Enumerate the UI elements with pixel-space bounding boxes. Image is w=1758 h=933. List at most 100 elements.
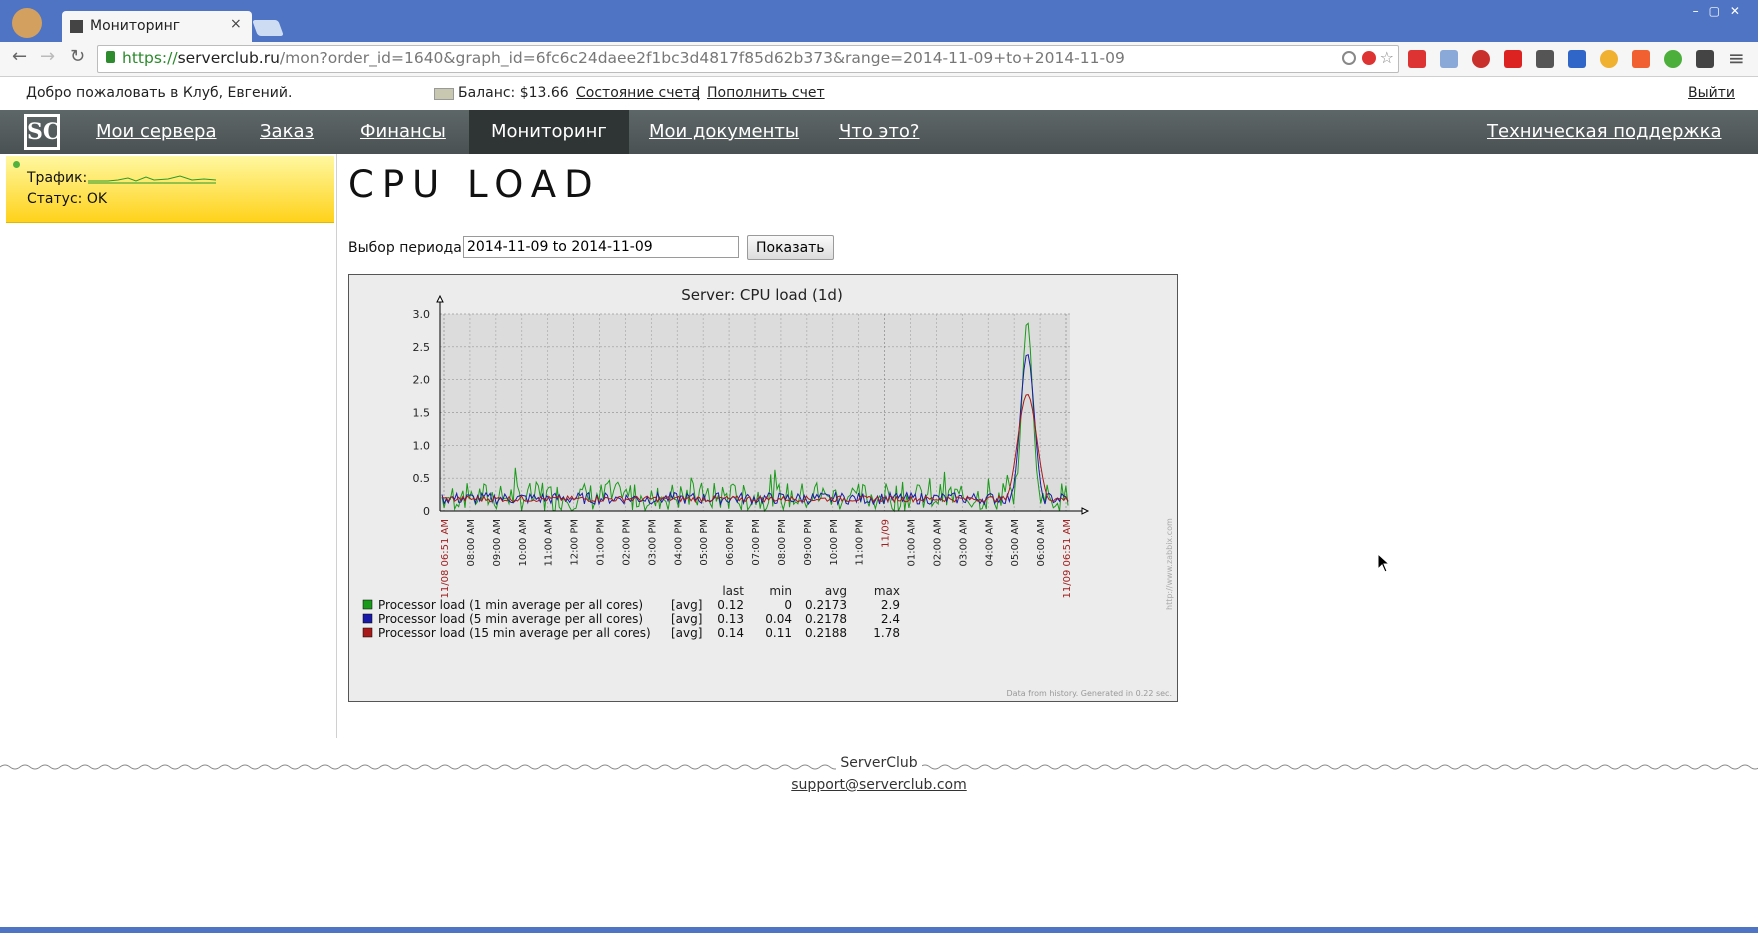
- legend-value: 0.04: [765, 612, 792, 626]
- adblock-icon[interactable]: [1472, 50, 1490, 68]
- x-tick-label: 02:00 PM: [621, 519, 632, 566]
- new-tab-button[interactable]: [252, 20, 284, 36]
- status-label: Статус: OK: [27, 191, 108, 207]
- legend-value: 0.2188: [805, 626, 847, 640]
- x-tick-label: 11:00 PM: [855, 519, 866, 566]
- legend-agg: [avg]: [671, 598, 702, 612]
- x-tick-label: 11/09 06:51 AM: [1062, 519, 1073, 598]
- y-tick-label: 1.5: [413, 407, 431, 420]
- legend-series-name: Processor load (15 min average per all c…: [378, 626, 651, 640]
- traffic-sparkline: [88, 175, 216, 184]
- top-up-link[interactable]: Пополнить счет: [707, 85, 825, 101]
- serverclub-logo[interactable]: SC: [24, 114, 60, 150]
- reload-icon[interactable]: ↻: [70, 46, 85, 67]
- welcome-text: Добро пожаловать в Клуб, Евгений.: [26, 85, 293, 101]
- nav-tech-support[interactable]: Техническая поддержка: [1465, 110, 1744, 154]
- menu-icon[interactable]: ≡: [1728, 46, 1745, 70]
- legend-value: 0.13: [717, 612, 744, 626]
- show-button[interactable]: Показать: [747, 235, 834, 260]
- x-tick-label: 08:00 PM: [777, 519, 788, 566]
- mail-icon[interactable]: [1536, 50, 1554, 68]
- x-tick-label: 03:00 PM: [647, 519, 658, 566]
- x-tick-label: 01:00 PM: [596, 519, 607, 566]
- browser-tab[interactable]: Мониторинг ×: [62, 11, 252, 42]
- browser-toolbar: ← → ↻ https://serverclub.ru/mon?order_id…: [0, 42, 1758, 77]
- x-tick-label: 11/09: [881, 519, 892, 548]
- extension-icon[interactable]: [1362, 51, 1376, 65]
- nav-monitoring[interactable]: Мониторинг: [469, 110, 629, 154]
- extension-icon[interactable]: [1632, 50, 1650, 68]
- x-tick-label: 04:00 AM: [984, 519, 995, 566]
- logout-link[interactable]: Выйти: [1688, 85, 1735, 101]
- legend-header: last: [722, 584, 744, 598]
- legend-header: max: [874, 584, 900, 598]
- sidebar-divider: [336, 154, 337, 738]
- main-nav: SC Мои сервера Заказ Финансы Мониторинг …: [0, 110, 1758, 154]
- site-favicon-icon: [70, 20, 83, 33]
- forward-icon[interactable]: →: [40, 46, 55, 67]
- page-title: CPU LOAD: [348, 163, 601, 206]
- x-axis-arrow: [1081, 507, 1090, 515]
- lock-icon: [106, 51, 115, 63]
- url-host: serverclub.ru: [177, 49, 280, 67]
- x-tick-label: 03:00 AM: [958, 519, 969, 566]
- money-icon: [434, 88, 454, 100]
- zoom-icon[interactable]: [1342, 51, 1356, 65]
- extension-icon[interactable]: [1504, 50, 1522, 68]
- extension-icon[interactable]: [1696, 50, 1714, 68]
- tab-title: Мониторинг: [90, 18, 181, 34]
- calculator-icon[interactable]: [1568, 50, 1586, 68]
- traffic-label: Трафик:: [27, 170, 88, 186]
- legend-agg: [avg]: [671, 626, 702, 640]
- legend-value: 0.14: [717, 626, 744, 640]
- status-indicator-icon: [13, 161, 20, 168]
- browser-profile-icon[interactable]: [12, 8, 42, 38]
- legend-series-name: Processor load (5 min average per all co…: [378, 612, 643, 626]
- server-card[interactable]: Трафик: Статус: OK: [6, 156, 334, 223]
- legend-agg: [avg]: [671, 612, 702, 626]
- nav-my-documents[interactable]: Мои документы: [627, 110, 821, 154]
- nav-what-is-this[interactable]: Что это?: [817, 110, 942, 154]
- legend-value: 0.11: [765, 626, 792, 640]
- nav-my-servers[interactable]: Мои сервера: [74, 110, 239, 154]
- y-axis-arrow: [436, 294, 444, 303]
- footer-name: ServerClub: [836, 755, 922, 771]
- support-email-link[interactable]: support@serverclub.com: [791, 777, 966, 793]
- x-tick-label: 11/08 06:51 AM: [440, 519, 451, 598]
- legend-value: 0.12: [717, 598, 744, 612]
- url-path: /mon?order_id=1640&graph_id=6fc6c24daee2…: [279, 49, 1125, 67]
- separator: |: [696, 85, 701, 101]
- extension-icon[interactable]: [1600, 50, 1618, 68]
- y-tick-label: 0: [423, 505, 430, 518]
- nav-finances[interactable]: Финансы: [338, 110, 468, 154]
- window-controls[interactable]: –▢✕: [1693, 4, 1750, 18]
- extension-icon[interactable]: [1408, 50, 1426, 68]
- x-axis-ticks: 11/08 06:51 AM 08:00 AM 09:00 AM 10:00 AM 11…: [440, 519, 1073, 598]
- legend-value: 0: [784, 598, 792, 612]
- balance-text: Баланс: $13.66: [458, 85, 569, 101]
- address-bar[interactable]: https://serverclub.ru/mon?order_id=1640&…: [97, 45, 1399, 73]
- url-text[interactable]: https://serverclub.ru/mon?order_id=1640&…: [122, 49, 1125, 67]
- nav-order[interactable]: Заказ: [238, 110, 336, 154]
- legend-header: min: [769, 584, 792, 598]
- mouse-cursor-icon: [1377, 553, 1391, 573]
- cpu-load-graph: Server: CPU load (1d) 3.0 2.5 2.0 1.5 1.0 0.5…: [348, 274, 1178, 702]
- url-scheme: https://: [122, 49, 178, 67]
- period-input[interactable]: [463, 236, 739, 258]
- account-state-link[interactable]: Состояние счета: [576, 85, 700, 101]
- y-axis-ticks: 3.0 2.5 2.0 1.5 1.0 0.5 0: [413, 308, 431, 518]
- x-tick-label: 05:00 AM: [1010, 519, 1021, 566]
- x-tick-label: 10:00 PM: [829, 519, 840, 566]
- mail-icon[interactable]: [1440, 50, 1458, 68]
- x-tick-label: 09:00 AM: [492, 519, 503, 566]
- x-tick-label: 01:00 AM: [907, 519, 918, 566]
- site-account-bar: Добро пожаловать в Клуб, Евгений. Баланс…: [0, 77, 1758, 110]
- legend-value: 2.4: [881, 612, 900, 626]
- tab-close-icon[interactable]: ×: [230, 16, 242, 32]
- extension-icon[interactable]: [1664, 50, 1682, 68]
- chart-title: Server: CPU load (1d): [681, 286, 843, 304]
- back-icon[interactable]: ←: [12, 46, 27, 67]
- bookmark-star-icon[interactable]: ☆: [1380, 48, 1394, 67]
- y-tick-label: 3.0: [413, 308, 431, 321]
- legend-value: 1.78: [873, 626, 900, 640]
